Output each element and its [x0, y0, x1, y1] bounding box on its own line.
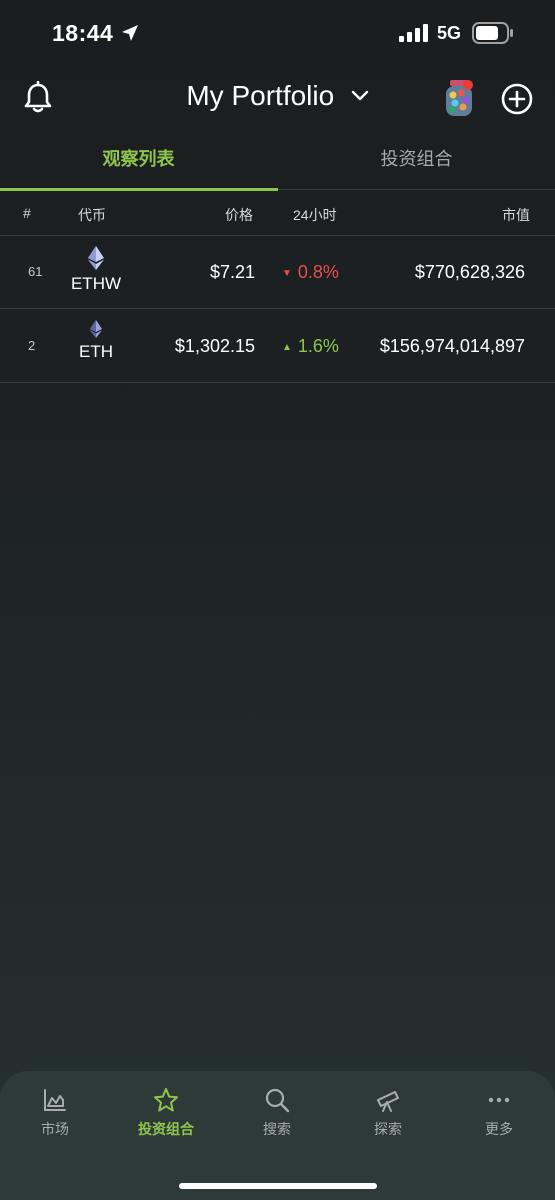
home-indicator	[179, 1183, 377, 1189]
tab-portfolio-nav[interactable]: 投资组合	[121, 1087, 211, 1139]
status-time: 18:44	[52, 20, 114, 46]
row-change-value: 1.6%	[297, 336, 339, 356]
telescope-icon	[377, 1091, 399, 1112]
tab-search-label: 搜索	[263, 1121, 291, 1137]
battery-icon	[472, 22, 513, 44]
row-rank: 61	[28, 264, 43, 279]
row-coin: ETH	[62, 320, 130, 362]
tab-search[interactable]: 搜索	[232, 1087, 322, 1139]
header-change[interactable]: 24小时	[293, 205, 337, 225]
tab-portfolio-label: 投资组合	[138, 1121, 194, 1137]
table-row[interactable]: 61 ETHW $7.21 ▼ 0.8% $770,628,326	[0, 236, 555, 309]
row-change-value: 0.8%	[297, 262, 339, 282]
row-coin: ETHW	[62, 246, 130, 294]
location-arrow-icon	[122, 25, 138, 41]
bottom-tab-bar: 市场 投资组合 搜索 探索 更多	[0, 1071, 555, 1200]
row-price: $1,302.15	[174, 336, 255, 356]
table-header: # 代币 价格 24小时 市值	[0, 190, 555, 236]
header-price[interactable]: 价格	[225, 205, 253, 225]
search-icon	[265, 1088, 290, 1113]
caret-down-icon: ▼	[282, 268, 292, 279]
more-icon	[488, 1097, 510, 1103]
header-market-cap[interactable]: 市值	[502, 205, 530, 225]
candy-jar-icon[interactable]	[442, 78, 476, 118]
tab-more-label: 更多	[485, 1121, 513, 1137]
header-coin[interactable]: 代币	[78, 205, 106, 225]
ethereum-icon	[88, 246, 104, 270]
chart-icon	[44, 1089, 66, 1111]
status-bar: 18:44 5G	[0, 0, 555, 66]
chevron-down-icon	[351, 90, 368, 101]
row-price: $7.21	[209, 262, 255, 282]
signal-icon	[399, 24, 428, 42]
tab-explore-label: 探索	[374, 1121, 402, 1137]
row-market-cap: $770,628,326	[414, 262, 525, 282]
tab-market[interactable]: 市场	[10, 1087, 100, 1139]
tab-watchlist[interactable]: 观察列表	[0, 130, 277, 190]
table-row[interactable]: 2 ETH $1,302.15 ▲ 1.6% $156,974,014,897	[0, 310, 555, 383]
tab-market-label: 市场	[41, 1121, 69, 1137]
row-symbol: ETH	[79, 342, 113, 361]
header-rank[interactable]: #	[23, 205, 31, 221]
row-market-cap: $156,974,014,897	[379, 336, 525, 356]
row-change: ▲ 1.6%	[282, 336, 339, 357]
page-title: My Portfolio	[186, 80, 335, 111]
row-change: ▼ 0.8%	[282, 262, 339, 283]
star-icon	[154, 1088, 178, 1112]
network-type: 5G	[437, 23, 462, 43]
tab-portfolio[interactable]: 投资组合	[278, 130, 555, 190]
ethereum-icon	[90, 320, 102, 338]
add-circle-icon[interactable]	[500, 82, 534, 116]
row-symbol: ETHW	[70, 274, 122, 293]
caret-up-icon: ▲	[282, 342, 292, 353]
tab-explore[interactable]: 探索	[343, 1087, 433, 1139]
tab-more[interactable]: 更多	[454, 1087, 544, 1139]
segment-tabs: 观察列表 投资组合	[0, 130, 555, 191]
row-rank: 2	[28, 338, 36, 353]
app-header: My Portfolio	[0, 66, 555, 130]
